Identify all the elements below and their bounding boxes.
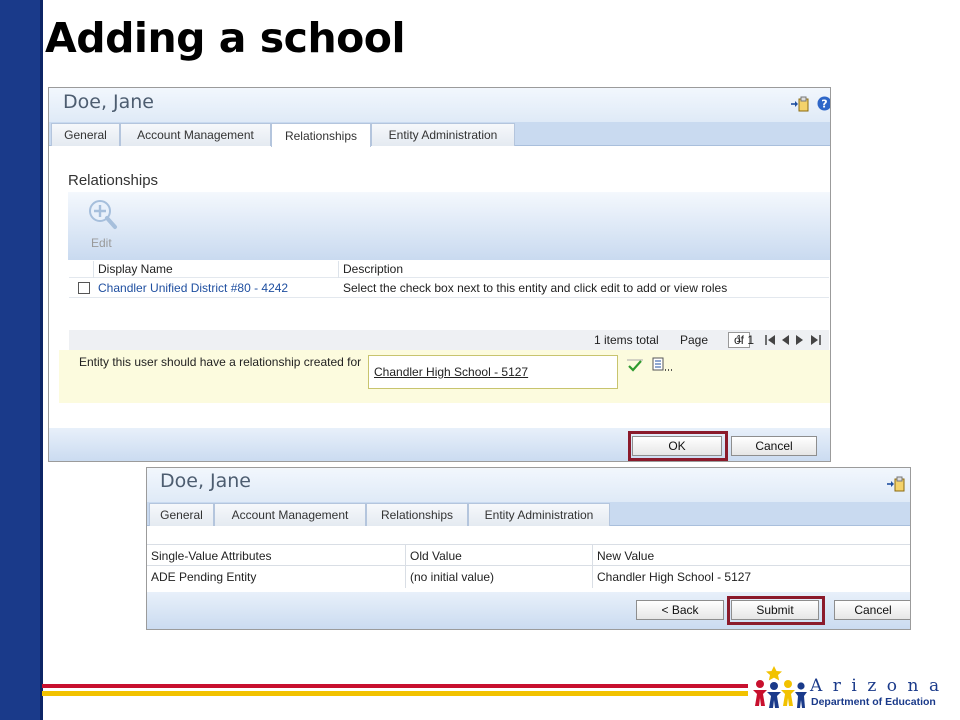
help-icon[interactable]: ?	[817, 96, 831, 111]
people-icon	[753, 666, 807, 708]
export-icon[interactable]	[790, 96, 810, 112]
confirm-changes-dialog: Doe, Jane General Account Management Rel…	[146, 467, 911, 630]
dialog-header: Doe, Jane ?	[49, 88, 830, 122]
section-heading: Relationships	[68, 172, 159, 189]
column-header-old-value[interactable]: Old Value	[410, 549, 462, 563]
entity-picker-label: Entity this user should have a relations…	[79, 355, 362, 369]
dialog-header: Doe, Jane	[147, 468, 910, 502]
cancel-button[interactable]: Cancel	[834, 600, 910, 620]
entity-picker-value[interactable]: Chandler High School - 5127	[374, 365, 528, 379]
column-divider	[93, 261, 94, 278]
back-button[interactable]: < Back	[636, 600, 724, 620]
slide-title: Adding a school	[45, 14, 406, 62]
next-page-icon[interactable]	[795, 334, 805, 346]
row-checkbox[interactable]	[78, 282, 90, 294]
dialog-footer: < Back Submit Cancel	[147, 592, 910, 629]
tab-entity-administration[interactable]: Entity Administration	[468, 503, 610, 526]
export-icon[interactable]	[886, 476, 906, 492]
grid-header: Display Name Description	[69, 261, 829, 278]
table-row: ADE Pending Entity (no initial value) Ch…	[147, 566, 910, 588]
entity-picker-field[interactable]: Chandler High School - 5127	[368, 355, 618, 389]
column-divider	[592, 545, 593, 567]
last-page-icon[interactable]	[810, 334, 822, 346]
side-bar	[0, 0, 42, 720]
previous-page-icon[interactable]	[780, 334, 790, 346]
column-header-description[interactable]: Description	[343, 262, 403, 276]
tab-relationships[interactable]: Relationships	[271, 123, 371, 147]
entity-link[interactable]: Chandler Unified District #80 - 4242	[98, 281, 288, 295]
tab-general[interactable]: General	[51, 123, 120, 146]
grid-toolbar: Edit	[68, 192, 830, 260]
row-description: Select the check box next to this entity…	[343, 281, 728, 295]
check-icon[interactable]	[626, 358, 644, 372]
dialog-title: Doe, Jane	[160, 470, 252, 492]
column-divider	[592, 566, 593, 588]
svg-text:?: ?	[821, 98, 827, 111]
page-of-label: of 1	[734, 333, 755, 347]
column-divider	[405, 545, 406, 567]
entity-picker-band: Entity this user should have a relations…	[59, 350, 830, 403]
tab-entity-administration[interactable]: Entity Administration	[371, 123, 515, 146]
tab-general[interactable]: General	[149, 503, 214, 526]
column-header-new-value[interactable]: New Value	[597, 549, 654, 563]
new-value: Chandler High School - 5127	[597, 570, 752, 584]
tab-strip: General Account Management Relationships…	[147, 502, 910, 526]
browse-icon[interactable]	[652, 357, 674, 373]
page-label: Page	[680, 333, 709, 347]
pager: 1 items total Page 1 of 1	[69, 330, 829, 350]
column-header-display-name[interactable]: Display Name	[98, 262, 173, 276]
edit-button[interactable]: Edit	[91, 236, 112, 250]
ok-highlight-box	[628, 431, 728, 461]
grid-header: Single-Value Attributes Old Value New Va…	[147, 544, 910, 567]
column-divider	[405, 566, 406, 588]
side-bar-edge	[40, 0, 43, 720]
submit-highlight-box	[727, 596, 825, 625]
tab-strip: General Account Management Relationships…	[49, 122, 830, 147]
dialog-footer: OK Cancel	[49, 428, 830, 461]
column-header-attribute[interactable]: Single-Value Attributes	[151, 549, 272, 563]
tab-account-management[interactable]: Account Management	[214, 503, 366, 526]
tab-relationships[interactable]: Relationships	[366, 503, 468, 526]
relationships-dialog: Doe, Jane ? General Account Management R…	[48, 87, 831, 462]
cancel-button[interactable]: Cancel	[731, 436, 817, 456]
old-value: (no initial value)	[410, 570, 495, 584]
logo-wordmark: Arizona	[810, 676, 950, 696]
dialog-title: Doe, Jane	[63, 91, 155, 113]
attribute-name: ADE Pending Entity	[151, 570, 257, 584]
items-total: 1 items total	[594, 333, 659, 347]
tab-account-management[interactable]: Account Management	[120, 123, 271, 146]
table-row[interactable]: Chandler Unified District #80 - 4242 Sel…	[69, 278, 829, 298]
zoom-in-icon[interactable]	[88, 199, 118, 231]
logo-subtitle: Department of Education	[811, 696, 936, 708]
first-page-icon[interactable]	[764, 334, 776, 346]
column-divider	[338, 261, 339, 278]
